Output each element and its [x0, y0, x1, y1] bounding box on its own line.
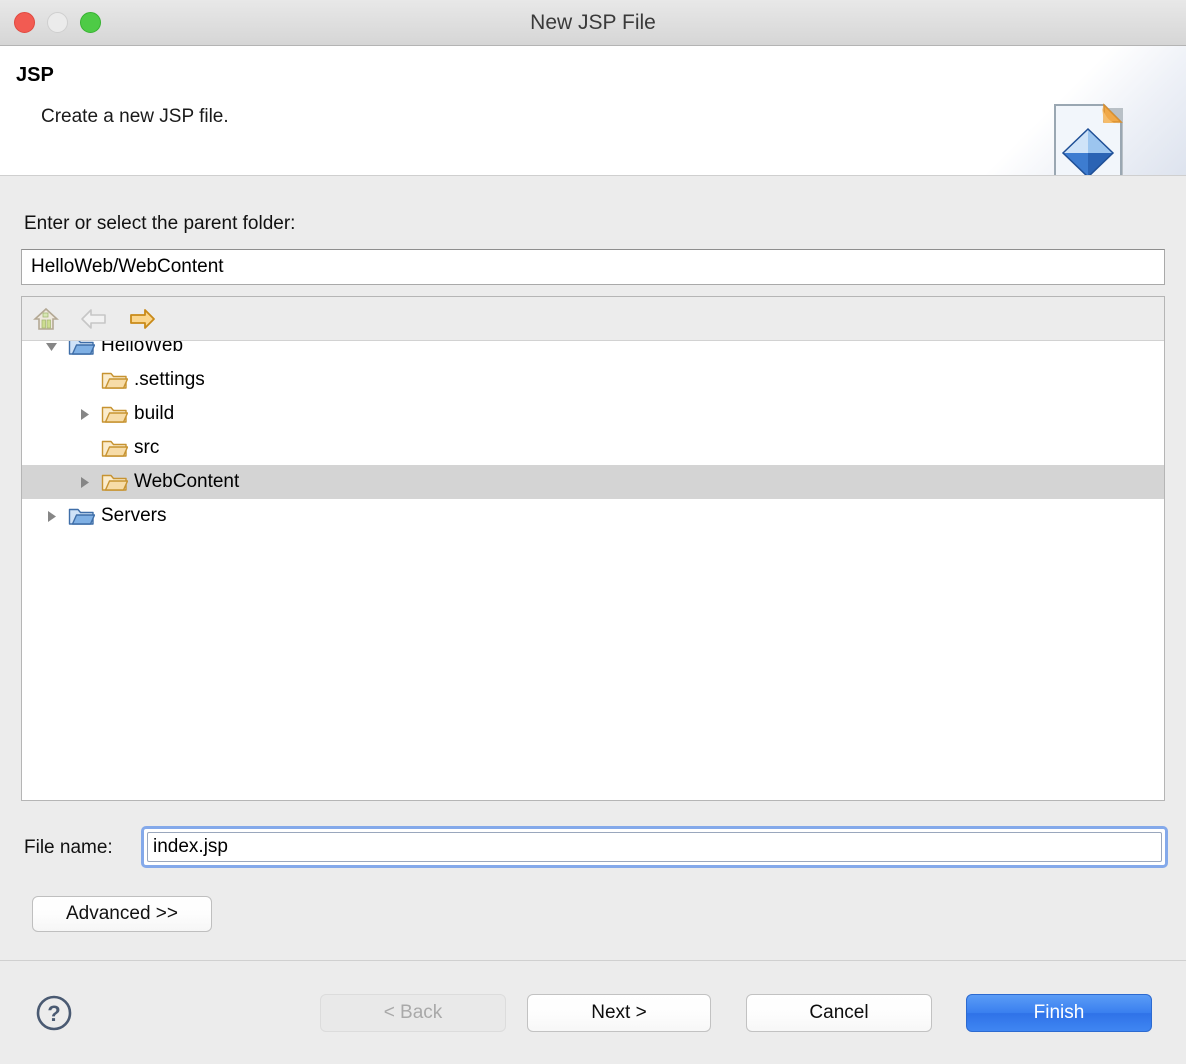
folder-tree-panel: HelloWeb .settings build src WebContent Serve… [21, 296, 1165, 801]
dialog-header: JSP Create a new JSP file. [0, 46, 1186, 176]
parent-folder-label: Enter or select the parent folder: [24, 213, 296, 234]
tree-item-src[interactable]: src [22, 431, 1164, 465]
page-description: Create a new JSP file. [41, 106, 229, 127]
file-name-input[interactable] [147, 832, 1162, 862]
folder-icon [101, 471, 129, 493]
tree-item-label: .settings [134, 368, 205, 390]
home-icon[interactable] [30, 304, 62, 334]
advanced-button[interactable]: Advanced >> [32, 896, 212, 932]
next-button[interactable]: Next > [527, 994, 711, 1032]
jsp-file-icon [1054, 103, 1123, 175]
tree-rows: HelloWeb .settings build src WebContent Serve… [22, 329, 1164, 533]
chevron-right-icon[interactable] [42, 507, 60, 525]
tree-item-webcontent[interactable]: WebContent [22, 465, 1164, 499]
tree-item-label: Servers [101, 504, 167, 526]
tree-twisty-none [75, 439, 93, 457]
window-titlebar: New JSP File [0, 0, 1186, 46]
help-icon[interactable]: ? [35, 994, 73, 1032]
dialog-footer: ? < Back Next > Cancel Finish [0, 960, 1186, 1064]
back-button[interactable]: < Back [320, 994, 506, 1032]
project-folder-icon [68, 505, 96, 527]
page-title: JSP [16, 64, 54, 86]
tree-item-settings[interactable]: .settings [22, 363, 1164, 397]
tree-item-build[interactable]: build [22, 397, 1164, 431]
folder-icon [101, 437, 129, 459]
tree-twisty-none [75, 371, 93, 389]
svg-text:?: ? [47, 1001, 60, 1026]
finish-button[interactable]: Finish [966, 994, 1152, 1032]
folder-icon [101, 403, 129, 425]
folder-icon [101, 369, 129, 391]
tree-item-label: build [134, 402, 175, 424]
tree-item-label: src [134, 436, 160, 458]
window-title: New JSP File [530, 11, 656, 34]
tree-item-servers[interactable]: Servers [22, 499, 1164, 533]
tree-toolbar [22, 297, 1164, 341]
new-jsp-file-dialog: New JSP File JSP Create a new JSP file. [0, 0, 1186, 1064]
tree-item-label: WebContent [134, 470, 240, 492]
chevron-right-icon[interactable] [75, 473, 93, 491]
file-name-label: File name: [24, 837, 113, 858]
chevron-right-icon[interactable] [75, 405, 93, 423]
tree-scroll-area[interactable]: HelloWeb .settings build src WebContent Serve… [22, 335, 1164, 800]
cancel-button[interactable]: Cancel [746, 994, 932, 1032]
forward-arrow-icon[interactable] [126, 304, 158, 334]
back-arrow-icon [78, 304, 110, 334]
dialog-body: Enter or select the parent folder: Hello… [0, 177, 1186, 960]
parent-folder-input[interactable] [21, 249, 1165, 285]
file-name-focus-ring [141, 826, 1168, 868]
